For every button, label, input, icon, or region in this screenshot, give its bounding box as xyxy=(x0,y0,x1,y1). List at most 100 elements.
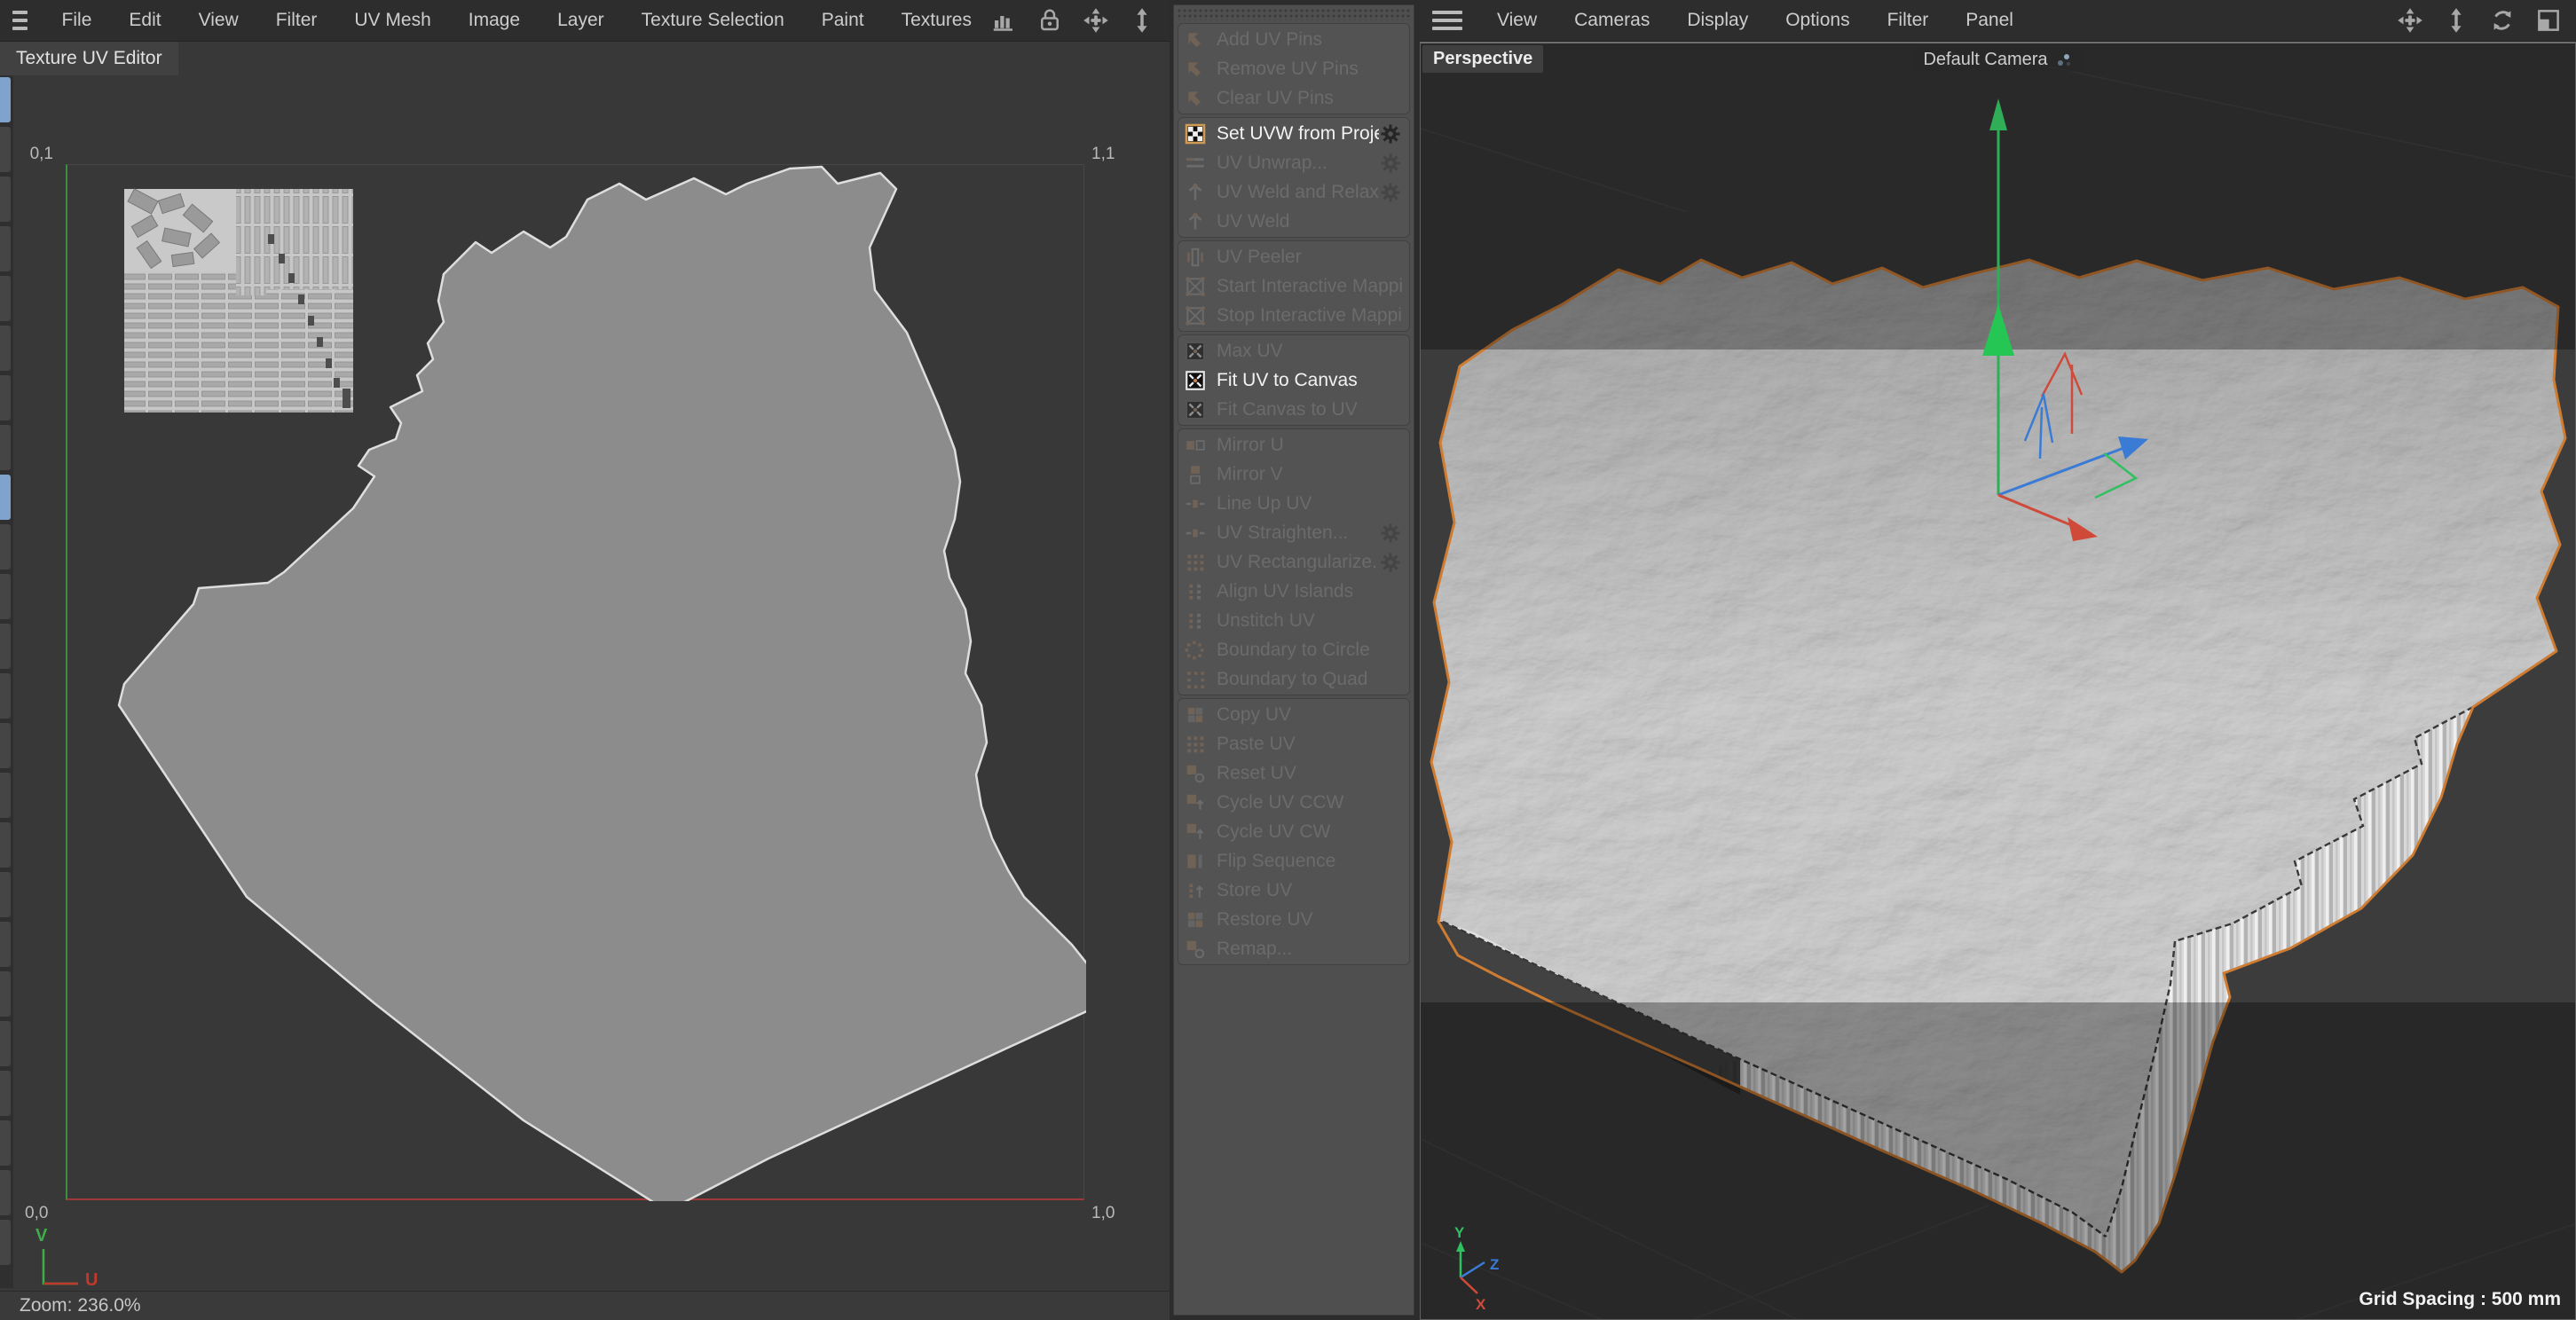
menu-item-uv-weld[interactable]: UV Weld xyxy=(1178,207,1409,236)
gear-options-icon[interactable] xyxy=(1379,522,1402,545)
menu-item-label: Store UV xyxy=(1217,880,1292,901)
menu-item-stop-interactive-mapping[interactable]: Stop Interactive Mapping xyxy=(1178,301,1409,330)
vp-menu-options[interactable]: Options xyxy=(1767,4,1868,35)
tool-strip-button[interactable] xyxy=(0,1120,11,1166)
tool-strip-button[interactable] xyxy=(0,425,11,470)
vp-menu-view[interactable]: View xyxy=(1478,4,1556,35)
hamburger-menu-icon[interactable] xyxy=(12,11,28,30)
menu-item-uv-weld-and-relax[interactable]: UV Weld and Relax... xyxy=(1178,177,1409,207)
menu-item-cycle-uv-cw[interactable]: Cycle UV CW xyxy=(1178,817,1409,846)
tool-strip-button[interactable] xyxy=(0,326,11,371)
align-islands-icon xyxy=(1184,580,1207,603)
uv-canvas[interactable] xyxy=(66,164,1084,1200)
menu-edit[interactable]: Edit xyxy=(110,4,179,35)
menu-item-start-interactive-mapping[interactable]: Start Interactive Mapping xyxy=(1178,271,1409,301)
tool-strip-button[interactable] xyxy=(0,127,11,172)
menu-item-mirror-u[interactable]: Mirror U xyxy=(1178,430,1409,460)
menu-item-flip-sequence[interactable]: Flip Sequence xyxy=(1178,846,1409,876)
menu-item-uv-rectangularize[interactable]: UV Rectangularize... xyxy=(1178,547,1409,577)
menu-file[interactable]: File xyxy=(43,4,111,35)
gear-options-icon[interactable] xyxy=(1379,551,1402,574)
tool-strip-button[interactable] xyxy=(0,971,11,1017)
tool-strip-button[interactable] xyxy=(0,177,11,222)
tool-strip-button[interactable] xyxy=(0,1021,11,1066)
tool-strip-button[interactable] xyxy=(0,723,11,768)
menu-texture-selection[interactable]: Texture Selection xyxy=(623,4,803,35)
menu-item-unstitch-uv[interactable]: Unstitch UV xyxy=(1178,606,1409,635)
tool-strip-button[interactable] xyxy=(0,524,11,570)
menu-layer[interactable]: Layer xyxy=(539,4,623,35)
menu-item-fit-canvas-to-uv[interactable]: Fit Canvas to UV xyxy=(1178,395,1409,424)
camera-dots-icon[interactable] xyxy=(2055,51,2073,69)
menu-item-store-uv[interactable]: Store UV xyxy=(1178,876,1409,905)
boundary-quad-icon xyxy=(1184,668,1207,691)
menu-item-line-up-uv[interactable]: Line Up UV xyxy=(1178,489,1409,518)
menu-item-copy-uv[interactable]: Copy UV xyxy=(1178,700,1409,729)
tool-strip-button[interactable] xyxy=(0,773,11,818)
menu-item-max-uv[interactable]: Max UV xyxy=(1178,336,1409,365)
rotate-view-icon[interactable] xyxy=(2489,7,2516,34)
tool-strip-button[interactable] xyxy=(0,673,11,719)
hamburger-menu-icon[interactable] xyxy=(1432,11,1462,30)
viewport-view-label[interactable]: Perspective xyxy=(1422,45,1543,73)
vp-menu-filter[interactable]: Filter xyxy=(1869,4,1948,35)
menu-textures[interactable]: Textures xyxy=(883,4,990,35)
menu-item-fit-uv-to-canvas[interactable]: Fit UV to Canvas xyxy=(1178,365,1409,395)
histogram-icon[interactable] xyxy=(990,7,1017,34)
pan-view-icon[interactable] xyxy=(2397,7,2423,34)
tool-strip-button[interactable] xyxy=(0,574,11,619)
document-tab[interactable]: Texture UV Editor xyxy=(0,42,178,75)
zoom-view-icon[interactable] xyxy=(2443,7,2470,34)
viewport-camera-selector[interactable]: Default Camera xyxy=(1914,48,2081,72)
menu-item-restore-uv[interactable]: Restore UV xyxy=(1178,905,1409,934)
menu-item-clear-uv-pins[interactable]: Clear UV Pins xyxy=(1178,83,1409,113)
menu-item-boundary-to-quad[interactable]: Boundary to Quad xyxy=(1178,664,1409,694)
menu-image[interactable]: Image xyxy=(450,4,539,35)
stop-mapping-icon xyxy=(1184,304,1207,327)
menu-item-cycle-uv-ccw[interactable]: Cycle UV CCW xyxy=(1178,788,1409,817)
lock-icon[interactable] xyxy=(1036,7,1063,34)
menu-item-uv-peeler[interactable]: UV Peeler xyxy=(1178,242,1409,271)
tool-strip-button[interactable] xyxy=(0,1170,11,1215)
menu-item-align-uv-islands[interactable]: Align UV Islands xyxy=(1178,577,1409,606)
tool-strip-button[interactable] xyxy=(0,276,11,321)
menu-item-remap[interactable]: Remap... xyxy=(1178,934,1409,963)
menu-item-uv-straighten[interactable]: UV Straighten... xyxy=(1178,518,1409,547)
menu-view[interactable]: View xyxy=(180,4,257,35)
menu-uv-mesh[interactable]: UV Mesh xyxy=(335,4,449,35)
gear-options-icon[interactable] xyxy=(1379,181,1402,204)
tool-strip-button[interactable] xyxy=(0,77,11,122)
gear-options-icon[interactable] xyxy=(1379,152,1402,175)
left-tool-strip[interactable] xyxy=(0,75,13,1288)
tool-strip-button[interactable] xyxy=(0,375,11,420)
tool-strip-button[interactable] xyxy=(0,475,11,520)
tool-strip-button[interactable] xyxy=(0,872,11,917)
menu-item-set-uvw-from-projection[interactable]: Set UVW from Projection... xyxy=(1178,119,1409,148)
vp-menu-cameras[interactable]: Cameras xyxy=(1556,4,1668,35)
menu-item-boundary-to-circle[interactable]: Boundary to Circle xyxy=(1178,635,1409,664)
menu-item-paste-uv[interactable]: Paste UV xyxy=(1178,729,1409,758)
uv-commands-palette: Add UV PinsRemove UV PinsClear UV Pins Se… xyxy=(1173,4,1414,1316)
menu-item-reset-uv[interactable]: Reset UV xyxy=(1178,758,1409,788)
tool-strip-button[interactable] xyxy=(0,822,11,868)
menu-item-label: Boundary to Quad xyxy=(1217,669,1367,690)
menu-paint[interactable]: Paint xyxy=(803,4,883,35)
tool-strip-button[interactable] xyxy=(0,922,11,967)
menu-filter[interactable]: Filter xyxy=(257,4,336,35)
menu-item-mirror-v[interactable]: Mirror V xyxy=(1178,460,1409,489)
menu-item-uv-unwrap[interactable]: UV Unwrap... xyxy=(1178,148,1409,177)
pan-view-icon[interactable] xyxy=(1083,7,1109,34)
menu-item-add-uv-pins[interactable]: Add UV Pins xyxy=(1178,25,1409,54)
vp-menu-display[interactable]: Display xyxy=(1668,4,1767,35)
tool-strip-button[interactable] xyxy=(0,1071,11,1116)
menu-item-remove-uv-pins[interactable]: Remove UV Pins xyxy=(1178,54,1409,83)
vp-menu-panel[interactable]: Panel xyxy=(1947,4,2032,35)
tool-strip-button[interactable] xyxy=(0,624,11,669)
tool-strip-button[interactable] xyxy=(0,1220,11,1265)
maximize-view-icon[interactable] xyxy=(2535,7,2562,34)
perspective-viewport[interactable]: Y Z X Perspective Default Camera Grid Sp… xyxy=(1420,42,2576,1320)
zoom-view-icon[interactable] xyxy=(1129,7,1155,34)
gear-options-icon[interactable] xyxy=(1379,122,1402,145)
tool-strip-button[interactable] xyxy=(0,226,11,271)
palette-grip-handle[interactable] xyxy=(1178,8,1410,20)
